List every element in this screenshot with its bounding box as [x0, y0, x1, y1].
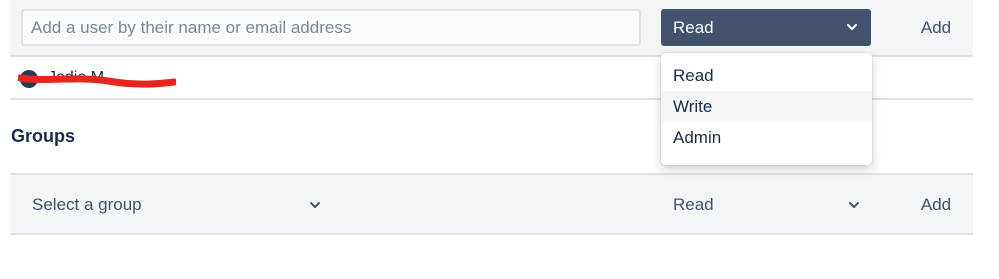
chevron-down-icon: [310, 202, 320, 208]
redaction-mark: [18, 74, 176, 88]
menu-item-admin[interactable]: Admin: [661, 122, 872, 153]
permission-dropdown-menu: Read Write Admin: [661, 53, 872, 165]
chevron-down-icon: [849, 202, 859, 208]
add-group-button[interactable]: Add: [906, 185, 966, 225]
user-search-input[interactable]: [21, 9, 641, 46]
group-permission-select[interactable]: Read: [661, 185, 871, 225]
menu-item-read[interactable]: Read: [661, 60, 872, 91]
chevron-down-icon: [847, 24, 857, 30]
add-group-bar: Select a group Read Add: [10, 173, 973, 235]
add-user-bar: Read Add: [10, 0, 973, 57]
user-permission-value: Read: [673, 17, 714, 37]
groups-heading: Groups: [11, 126, 76, 146]
menu-item-write[interactable]: Write: [661, 91, 872, 122]
add-user-button[interactable]: Add: [906, 9, 966, 46]
user-permission-select[interactable]: Read: [661, 9, 871, 46]
group-permission-value: Read: [673, 195, 714, 214]
group-select[interactable]: Select a group: [22, 185, 322, 225]
group-select-placeholder: Select a group: [32, 195, 142, 214]
